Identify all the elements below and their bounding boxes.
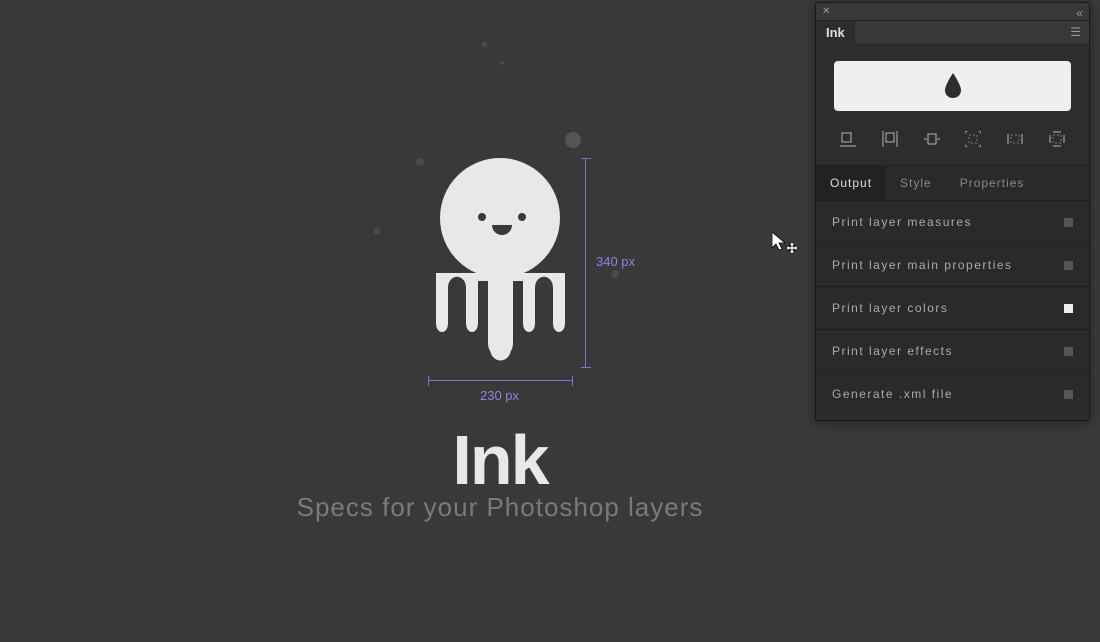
checkbox-icon[interactable] — [1064, 390, 1073, 399]
align-left-bottom-icon[interactable] — [840, 131, 856, 147]
align-left-right-icon[interactable] — [882, 131, 898, 147]
artwork-subtitle: Specs for your Photoshop layers — [0, 492, 1000, 523]
tab-output[interactable]: Output — [816, 166, 886, 200]
option-print-colors[interactable]: Print layer colors — [816, 287, 1089, 330]
checkbox-icon[interactable] — [1064, 218, 1073, 227]
panel-body: Output Style Properties Print layer meas… — [816, 61, 1089, 420]
option-label: Print layer colors — [832, 301, 948, 315]
option-generate-xml[interactable]: Generate .xml file — [816, 373, 1089, 415]
align-center-h-icon[interactable] — [924, 131, 940, 147]
option-label: Generate .xml file — [832, 387, 953, 401]
octopus-eye-right — [518, 213, 526, 221]
panel-tab-strip: Ink ☰ — [816, 21, 1089, 43]
option-print-effects[interactable]: Print layer effects — [816, 330, 1089, 373]
decor-dot — [611, 270, 619, 278]
decor-dot — [482, 42, 487, 47]
align-sides-v-icon[interactable] — [1007, 131, 1023, 147]
collapse-icon[interactable]: « — [1076, 6, 1083, 20]
align-all-sides-icon[interactable] — [1049, 131, 1065, 147]
close-icon[interactable]: ✕ — [822, 7, 830, 17]
output-options: Print layer measures Print layer main pr… — [816, 201, 1089, 415]
octopus-mouth — [492, 225, 512, 235]
decor-dot — [416, 158, 424, 166]
alignment-toolbar — [816, 127, 1089, 165]
ink-panel: ✕ « Ink ☰ — [815, 2, 1090, 421]
decor-dot — [565, 132, 581, 148]
ink-drop-icon — [943, 73, 963, 99]
octopus-eye-left — [478, 213, 486, 221]
section-tabs: Output Style Properties — [816, 165, 1089, 201]
canvas-area[interactable]: 340 px 230 px Ink Specs for your Photosh… — [0, 0, 815, 642]
option-print-main-properties[interactable]: Print layer main properties — [816, 244, 1089, 287]
option-label: Print layer main properties — [832, 258, 1013, 272]
panel-titlebar[interactable]: ✕ « — [816, 3, 1089, 21]
option-print-measures[interactable]: Print layer measures — [816, 201, 1089, 244]
menu-icon[interactable]: ☰ — [1070, 25, 1081, 39]
checkbox-icon[interactable] — [1064, 347, 1073, 356]
run-ink-button[interactable] — [834, 61, 1071, 111]
octopus-logo — [428, 158, 573, 368]
checkbox-icon[interactable] — [1064, 261, 1073, 270]
decor-dot — [373, 228, 380, 235]
measure-guide-vertical — [585, 158, 586, 368]
option-label: Print layer effects — [832, 344, 953, 358]
decor-dot — [500, 61, 504, 65]
measure-guide-horizontal — [428, 380, 573, 381]
artwork-title: Ink — [0, 420, 1000, 500]
panel-tab-ink[interactable]: Ink — [816, 21, 855, 44]
checkbox-icon[interactable] — [1064, 304, 1073, 313]
measure-label-height: 340 px — [596, 254, 635, 269]
tab-style[interactable]: Style — [886, 166, 946, 200]
tab-properties[interactable]: Properties — [946, 166, 1039, 200]
measure-label-width: 230 px — [480, 388, 519, 403]
octopus-tentacles — [428, 253, 573, 373]
option-label: Print layer measures — [832, 215, 972, 229]
align-corners-icon[interactable] — [965, 131, 981, 147]
